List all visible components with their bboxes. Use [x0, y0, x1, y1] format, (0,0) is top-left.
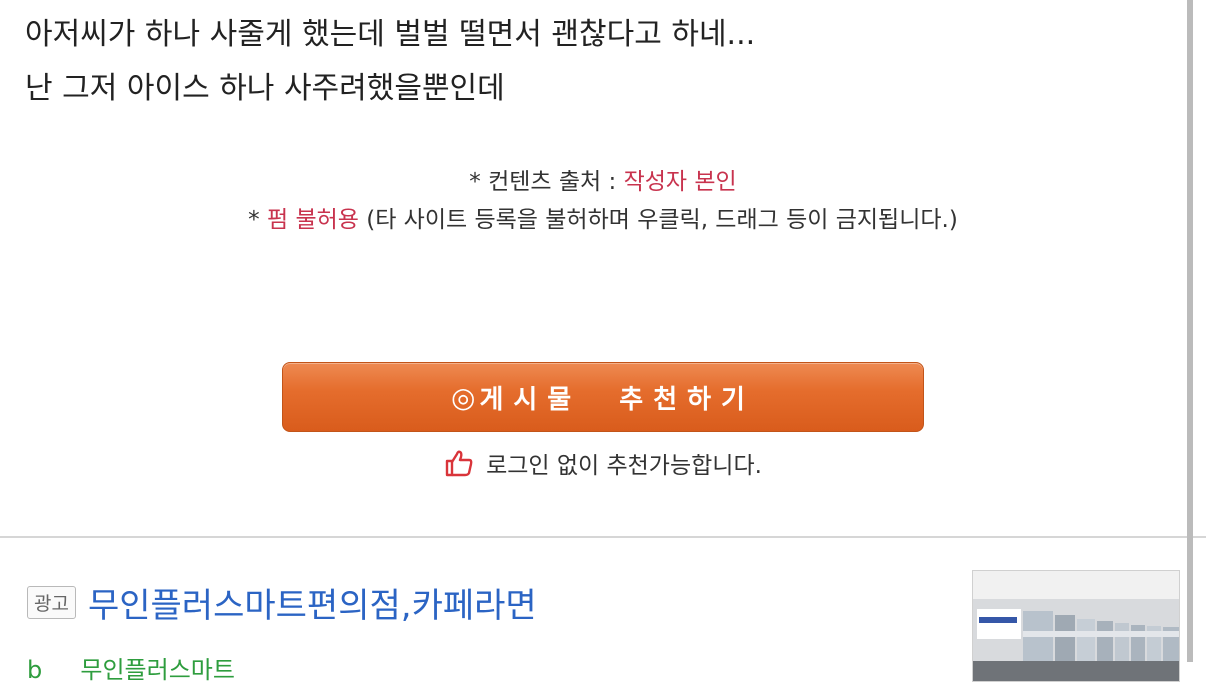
recommend-label: 게시물 추천하기 [479, 384, 755, 415]
no-copy-description: (타 사이트 등록을 불허하며 우클릭, 드래그 등이 금지됩니다.) [358, 207, 958, 233]
ad-thumbnail-image[interactable] [972, 570, 1180, 682]
post-line-1: 아저씨가 하나 사줄게 했는데 벌벌 떨면서 괜찮다고 하네... [25, 17, 756, 52]
login-note: 로그인 없이 추천가능합니다. [0, 446, 1206, 480]
ad-subtitle[interactable]: b 무인플러스마트 [27, 650, 235, 685]
source-prefix: * 컨텐츠 출처 : [469, 169, 624, 195]
ad-row[interactable]: 광고 무인플러스마트편의점,카페라면 [27, 578, 537, 627]
ad-badge: 광고 [27, 586, 76, 619]
scrollbar[interactable] [1187, 0, 1193, 662]
no-copy-label: 펌 불허용 [266, 207, 359, 233]
source-author: 작성자 본인 [623, 169, 737, 195]
thumbs-up-icon [444, 448, 474, 478]
login-note-text: 로그인 없이 추천가능합니다. [486, 453, 762, 479]
target-icon: ◎ [451, 380, 476, 414]
post-body: 아저씨가 하나 사줄게 했는데 벌벌 떨면서 괜찮다고 하네... 난 그저 아… [25, 8, 1175, 116]
section-divider [0, 536, 1206, 538]
copy-policy-line: * 펌 불허용 (타 사이트 등록을 불허하며 우클릭, 드래그 등이 금지됩니… [0, 200, 1206, 234]
post-line-2: 난 그저 아이스 하나 사주려했을뿐인데 [25, 71, 505, 106]
recommend-post-button[interactable]: ◎ 게시물 추천하기 [282, 362, 924, 432]
content-source-line: * 컨텐츠 출처 : 작성자 본인 [0, 162, 1206, 196]
ad-title-link[interactable]: 무인플러스마트편의점,카페라면 [88, 578, 537, 627]
copy-prefix: * [248, 207, 267, 233]
